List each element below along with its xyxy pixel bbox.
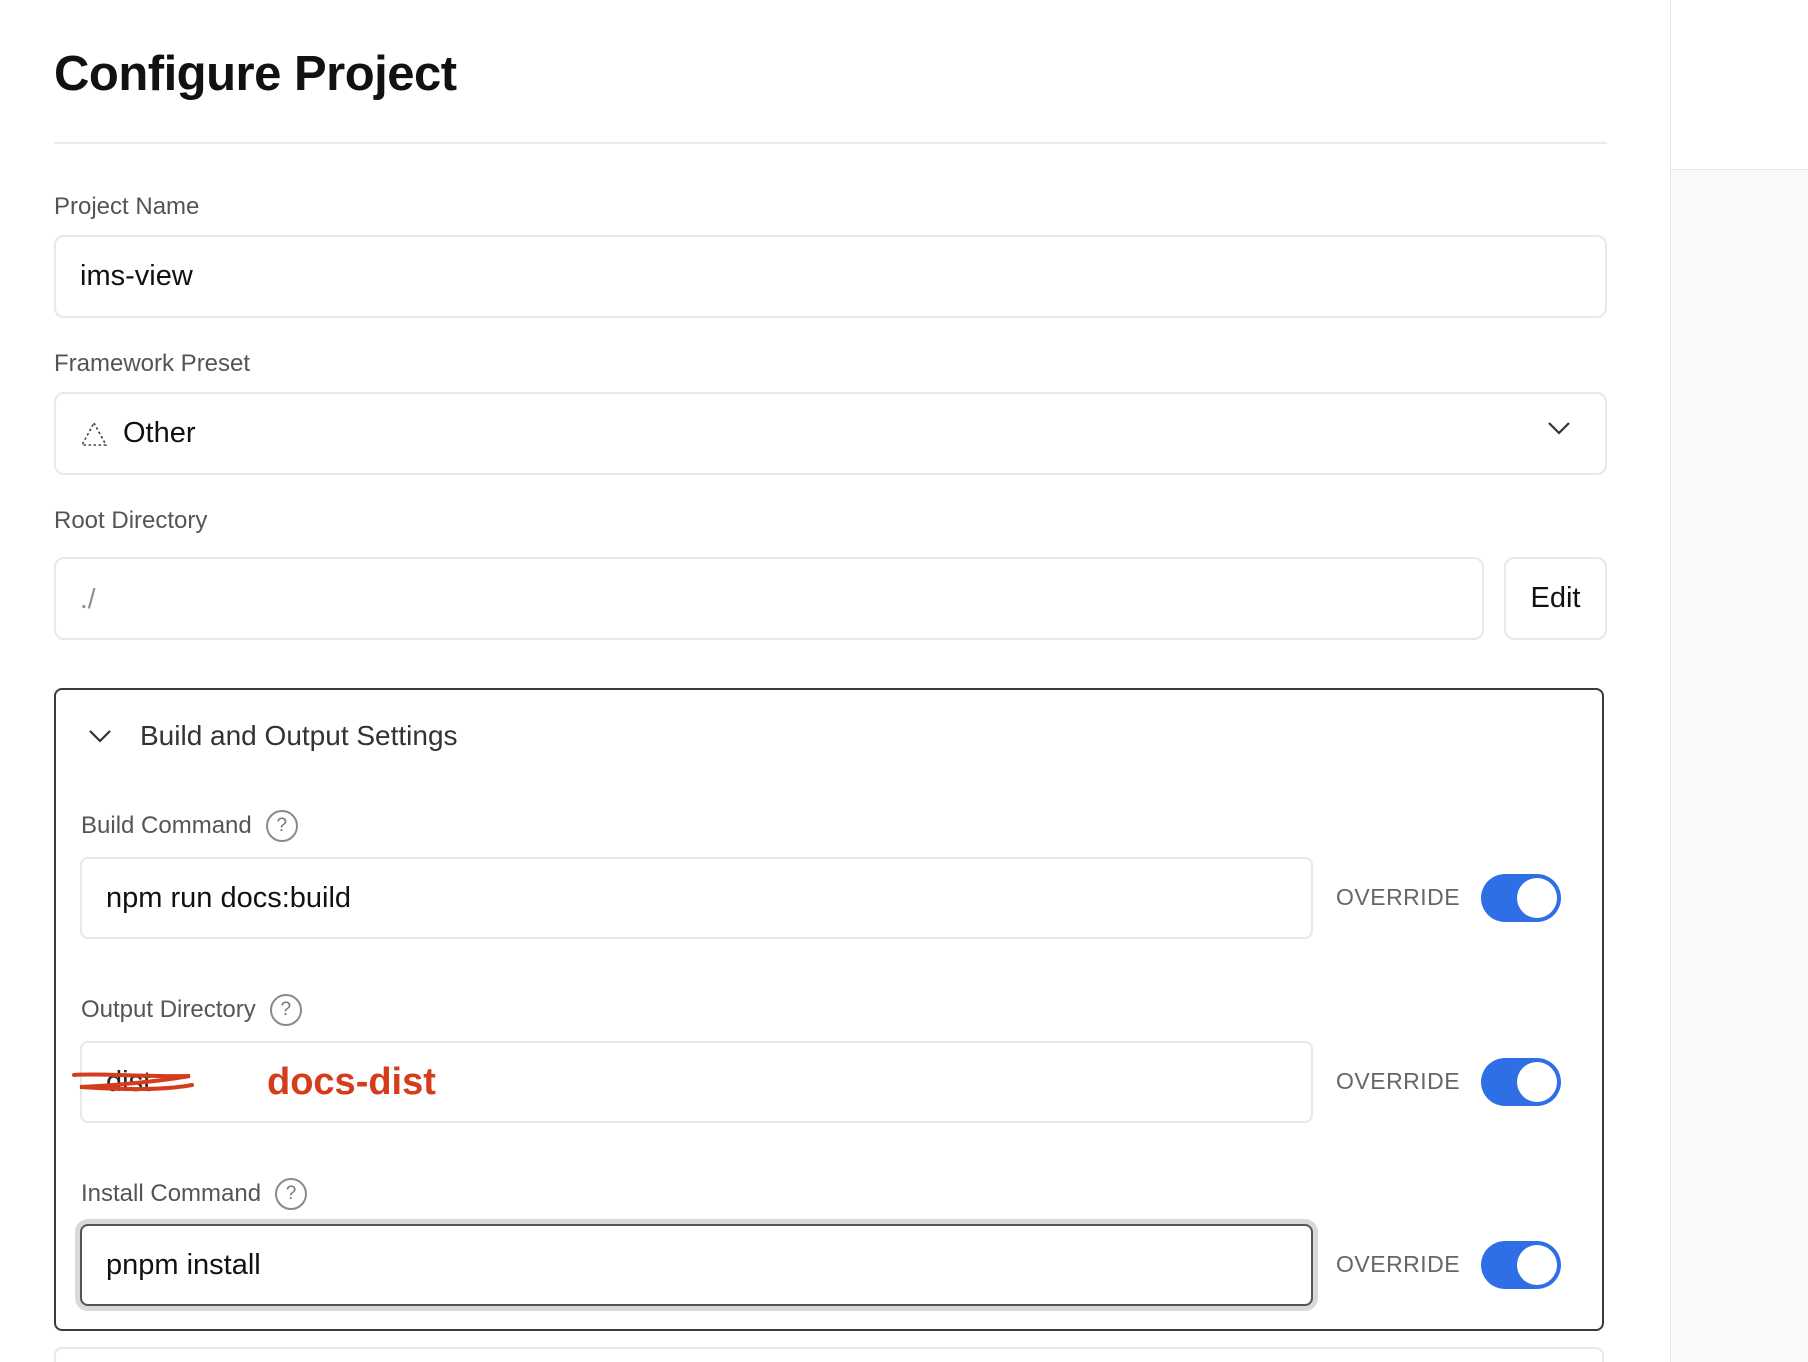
root-directory-value: ./ xyxy=(80,582,96,614)
framework-triangle-icon xyxy=(80,420,108,446)
build-command-input[interactable]: npm run docs:build xyxy=(80,857,1313,939)
build-command-override-toggle[interactable] xyxy=(1481,874,1561,922)
toggle-knob xyxy=(1517,1245,1557,1285)
help-icon[interactable]: ? xyxy=(265,810,298,842)
project-name-label: Project Name xyxy=(54,193,200,220)
title-divider xyxy=(54,142,1607,144)
install-command-override-label: OVERRIDE xyxy=(1336,1251,1461,1277)
strikethrough-scribble xyxy=(72,1072,194,1091)
page-title: Configure Project xyxy=(54,47,457,101)
build-output-settings-title: Build and Output Settings xyxy=(140,720,458,751)
configure-project-page: Configure Project Project Name ims-view … xyxy=(0,0,1808,1362)
output-directory-label: Output Directory xyxy=(81,996,256,1023)
install-command-value: pnpm install xyxy=(106,1248,261,1281)
project-name-input[interactable]: ims-view xyxy=(54,235,1607,318)
help-icon[interactable]: ? xyxy=(269,994,302,1026)
right-side-panel xyxy=(1670,0,1808,1362)
chevron-down-icon xyxy=(1548,422,1570,435)
toggle-knob xyxy=(1517,1062,1557,1102)
build-command-value: npm run docs:build xyxy=(106,881,352,914)
root-directory-input[interactable]: ./ xyxy=(54,557,1484,640)
build-command-label-row: Build Command ? xyxy=(81,810,298,842)
toggle-knob xyxy=(1517,878,1557,918)
output-directory-label-row: Output Directory ? xyxy=(81,994,302,1026)
output-directory-override-label: OVERRIDE xyxy=(1336,1068,1461,1094)
chevron-down-icon xyxy=(89,730,111,743)
install-command-label-row: Install Command ? xyxy=(81,1178,308,1210)
root-directory-edit-button[interactable]: Edit xyxy=(1504,557,1607,640)
build-command-label: Build Command xyxy=(81,812,252,839)
project-name-value: ims-view xyxy=(80,260,193,292)
framework-preset-select[interactable]: Other xyxy=(54,392,1607,475)
framework-preset-label: Framework Preset xyxy=(54,350,251,377)
help-icon[interactable]: ? xyxy=(275,1178,308,1210)
next-section-card xyxy=(54,1347,1604,1362)
build-output-settings-panel: Build and Output Settings Build Command … xyxy=(54,688,1604,1331)
install-command-input[interactable]: pnpm install xyxy=(80,1224,1313,1306)
output-directory-annotation: docs-dist xyxy=(267,1060,436,1103)
right-panel-header xyxy=(1671,0,1808,170)
framework-preset-value: Other xyxy=(123,417,196,449)
root-directory-label: Root Directory xyxy=(54,507,208,534)
install-command-override-toggle[interactable] xyxy=(1481,1241,1561,1289)
output-directory-override-toggle[interactable] xyxy=(1481,1058,1561,1106)
install-command-label: Install Command xyxy=(81,1180,262,1207)
build-command-override-label: OVERRIDE xyxy=(1336,884,1461,910)
output-directory-input[interactable]: dist docs-dist xyxy=(72,1041,1313,1123)
build-output-settings-toggle[interactable]: Build and Output Settings xyxy=(88,720,458,752)
